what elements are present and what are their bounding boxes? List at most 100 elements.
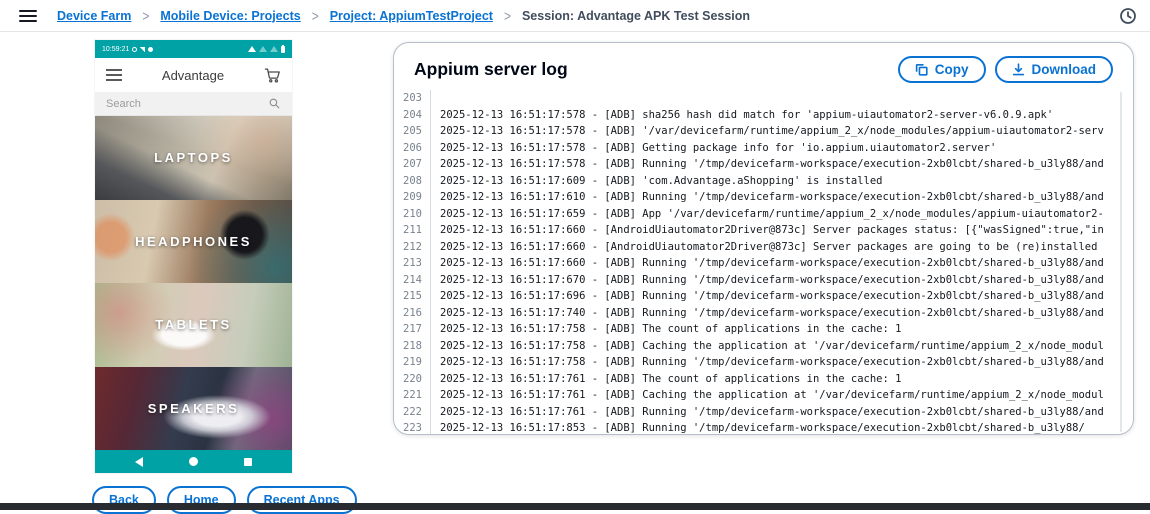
session-timer-icon[interactable] xyxy=(1119,7,1137,25)
log-line-text: 2025-12-13 16:51:17:853 - [ADB] Running … xyxy=(430,420,1133,434)
log-line: 216 2025-12-13 16:51:17:740 - [ADB] Runni… xyxy=(394,304,1133,321)
log-line: 214 2025-12-13 16:51:17:670 - [ADB] Runni… xyxy=(394,271,1133,288)
log-line-number: 206 xyxy=(403,141,422,154)
log-line-number: 223 xyxy=(403,422,422,434)
log-line: 206 2025-12-13 16:51:17:578 - [ADB] Getti… xyxy=(394,139,1133,156)
alarm-icon xyxy=(132,46,138,52)
log-line-number: 220 xyxy=(403,372,422,385)
log-line: 203 xyxy=(394,90,1133,107)
log-line: 221 2025-12-13 16:51:17:761 - [ADB] Cachi… xyxy=(394,387,1133,404)
log-line-number: 205 xyxy=(403,125,422,137)
category-tile-tablets[interactable]: TABLETS xyxy=(95,283,292,367)
category-tile-headphones[interactable]: HEADPHONES xyxy=(95,199,292,283)
android-back-icon[interactable] xyxy=(135,456,143,467)
device-screen-mirror[interactable]: 10:59:21 Advantage Search LAPTOPS HEADPH… xyxy=(95,40,292,473)
log-line: 223 2025-12-13 16:51:17:853 - [ADB] Runni… xyxy=(394,420,1133,434)
log-line-number: 207 xyxy=(403,158,422,170)
android-home-icon[interactable] xyxy=(189,457,198,466)
copy-button[interactable]: Copy xyxy=(897,56,986,83)
hamburger-menu-icon[interactable] xyxy=(19,9,37,22)
log-line-text: 2025-12-13 16:51:17:761 - [ADB] The coun… xyxy=(430,370,1133,387)
log-line: 209 2025-12-13 16:51:17:610 - [ADB] Runni… xyxy=(394,189,1133,206)
cart-icon[interactable] xyxy=(264,67,281,84)
log-line-number: 217 xyxy=(403,323,422,335)
log-line-text: 2025-12-13 16:51:17:578 - [ADB] sha256 h… xyxy=(430,106,1133,123)
log-line-text xyxy=(430,90,1133,107)
log-line-text: 2025-12-13 16:51:17:761 - [ADB] Caching … xyxy=(430,387,1133,404)
device-status-bar: 10:59:21 xyxy=(95,40,292,58)
log-line: 211 2025-12-13 16:51:17:660 - [AndroidUia… xyxy=(394,222,1133,239)
log-line: 222 2025-12-13 16:51:17:761 - [ADB] Runni… xyxy=(394,403,1133,420)
breadcrumb-link[interactable]: Project: AppiumTestProject xyxy=(330,9,493,23)
download-icon xyxy=(1012,63,1024,76)
log-line-number: 214 xyxy=(403,273,422,286)
log-line-text: 2025-12-13 16:51:17:578 - [ADB] Running … xyxy=(430,156,1133,173)
breadcrumb: Device Farm > Mobile Device: Projects > Proj… xyxy=(57,7,750,24)
log-line: 210 2025-12-13 16:51:17:659 - [ADB] App '… xyxy=(394,205,1133,222)
category-label: LAPTOPS xyxy=(154,150,233,166)
log-line-number: 218 xyxy=(403,339,422,352)
log-line-number: 219 xyxy=(403,356,422,368)
log-line: 212 2025-12-13 16:51:17:660 - [AndroidUia… xyxy=(394,238,1133,255)
breadcrumb-link[interactable]: Device Farm xyxy=(57,9,131,23)
download-button[interactable]: Download xyxy=(994,56,1113,83)
log-line: 218 2025-12-13 16:51:17:758 - [ADB] Cachi… xyxy=(394,337,1133,354)
log-line-text: 2025-12-13 16:51:17:761 - [ADB] Running … xyxy=(430,403,1133,420)
log-line-number: 222 xyxy=(403,405,422,418)
log-line-number: 209 xyxy=(403,191,422,203)
appium-log-panel: Appium server log Copy Download 203 204 20… xyxy=(393,42,1134,435)
log-line-text: 2025-12-13 16:51:17:609 - [ADB] 'com.Adv… xyxy=(430,172,1133,189)
search-icon xyxy=(269,98,280,109)
log-line-number: 212 xyxy=(403,240,422,253)
log-line-number: 216 xyxy=(403,306,422,319)
log-line-number: 215 xyxy=(403,290,422,302)
top-navigation-bar: Device Farm > Mobile Device: Projects > Proj… xyxy=(0,0,1150,32)
log-line-text: 2025-12-13 16:51:17:740 - [ADB] Running … xyxy=(430,304,1133,321)
log-line-text: 2025-12-13 16:51:17:660 - [ADB] Running … xyxy=(430,255,1133,272)
log-line-text: 2025-12-13 16:51:17:578 - [ADB] '/var/de… xyxy=(430,123,1133,140)
log-line-text: 2025-12-13 16:51:17:670 - [ADB] Running … xyxy=(430,271,1133,288)
log-line: 207 2025-12-13 16:51:17:578 - [ADB] Runni… xyxy=(394,156,1133,173)
log-line: 213 2025-12-13 16:51:17:660 - [ADB] Runni… xyxy=(394,255,1133,272)
app-toolbar: Advantage xyxy=(95,58,292,92)
category-tile-laptops[interactable]: LAPTOPS xyxy=(95,116,292,200)
android-recents-icon[interactable] xyxy=(244,457,252,466)
network-icon xyxy=(140,46,146,52)
wifi-icon xyxy=(248,46,256,52)
breadcrumb-link[interactable]: Mobile Device: Projects xyxy=(160,9,300,23)
log-line-text: 2025-12-13 16:51:17:578 - [ADB] Getting … xyxy=(430,139,1133,156)
category-label: SPEAKERS xyxy=(147,400,240,416)
app-menu-icon[interactable] xyxy=(106,69,122,81)
log-line-number: 208 xyxy=(403,174,422,187)
log-line-number: 211 xyxy=(403,224,422,236)
log-line-text: 2025-12-13 16:51:17:660 - [AndroidUiauto… xyxy=(430,238,1133,255)
bottom-edge-strip xyxy=(0,503,1150,510)
log-line: 217 2025-12-13 16:51:17:758 - [ADB] The c… xyxy=(394,321,1133,338)
signal-icon xyxy=(259,46,267,52)
category-list: LAPTOPS HEADPHONES TABLETS SPEAKERS xyxy=(95,116,292,450)
log-line-number: 221 xyxy=(403,389,422,401)
search-input[interactable]: Search xyxy=(95,92,292,116)
category-tile-speakers[interactable]: SPEAKERS xyxy=(95,366,292,450)
device-clock: 10:59:21 xyxy=(102,45,130,53)
log-line-text: 2025-12-13 16:51:17:610 - [ADB] Running … xyxy=(430,189,1133,206)
android-nav-bar xyxy=(95,450,292,473)
log-line: 219 2025-12-13 16:51:17:758 - [ADB] Runni… xyxy=(394,354,1133,371)
breadcrumb-separator: > xyxy=(142,7,150,24)
search-placeholder: Search xyxy=(106,97,141,110)
breadcrumb-separator: > xyxy=(311,7,319,24)
log-scroll-area[interactable]: 203 204 2025-12-13 16:51:17:578 - [ADB] sh… xyxy=(394,90,1133,434)
log-panel-title: Appium server log xyxy=(414,59,568,79)
log-line-text: 2025-12-13 16:51:17:660 - [AndroidUiauto… xyxy=(430,222,1133,239)
log-line-number: 204 xyxy=(403,108,422,121)
data-icon xyxy=(148,46,154,52)
signal-icon-2 xyxy=(270,46,278,52)
category-label: HEADPHONES xyxy=(135,233,252,249)
log-line-text: 2025-12-13 16:51:17:696 - [ADB] Running … xyxy=(430,288,1133,305)
log-line-text: 2025-12-13 16:51:17:758 - [ADB] Caching … xyxy=(430,337,1133,354)
log-scrollbar[interactable] xyxy=(1120,92,1122,432)
log-line-number: 213 xyxy=(403,257,422,269)
log-line: 208 2025-12-13 16:51:17:609 - [ADB] 'com.… xyxy=(394,172,1133,189)
app-title: Advantage xyxy=(161,67,225,83)
category-label: TABLETS xyxy=(155,317,232,333)
